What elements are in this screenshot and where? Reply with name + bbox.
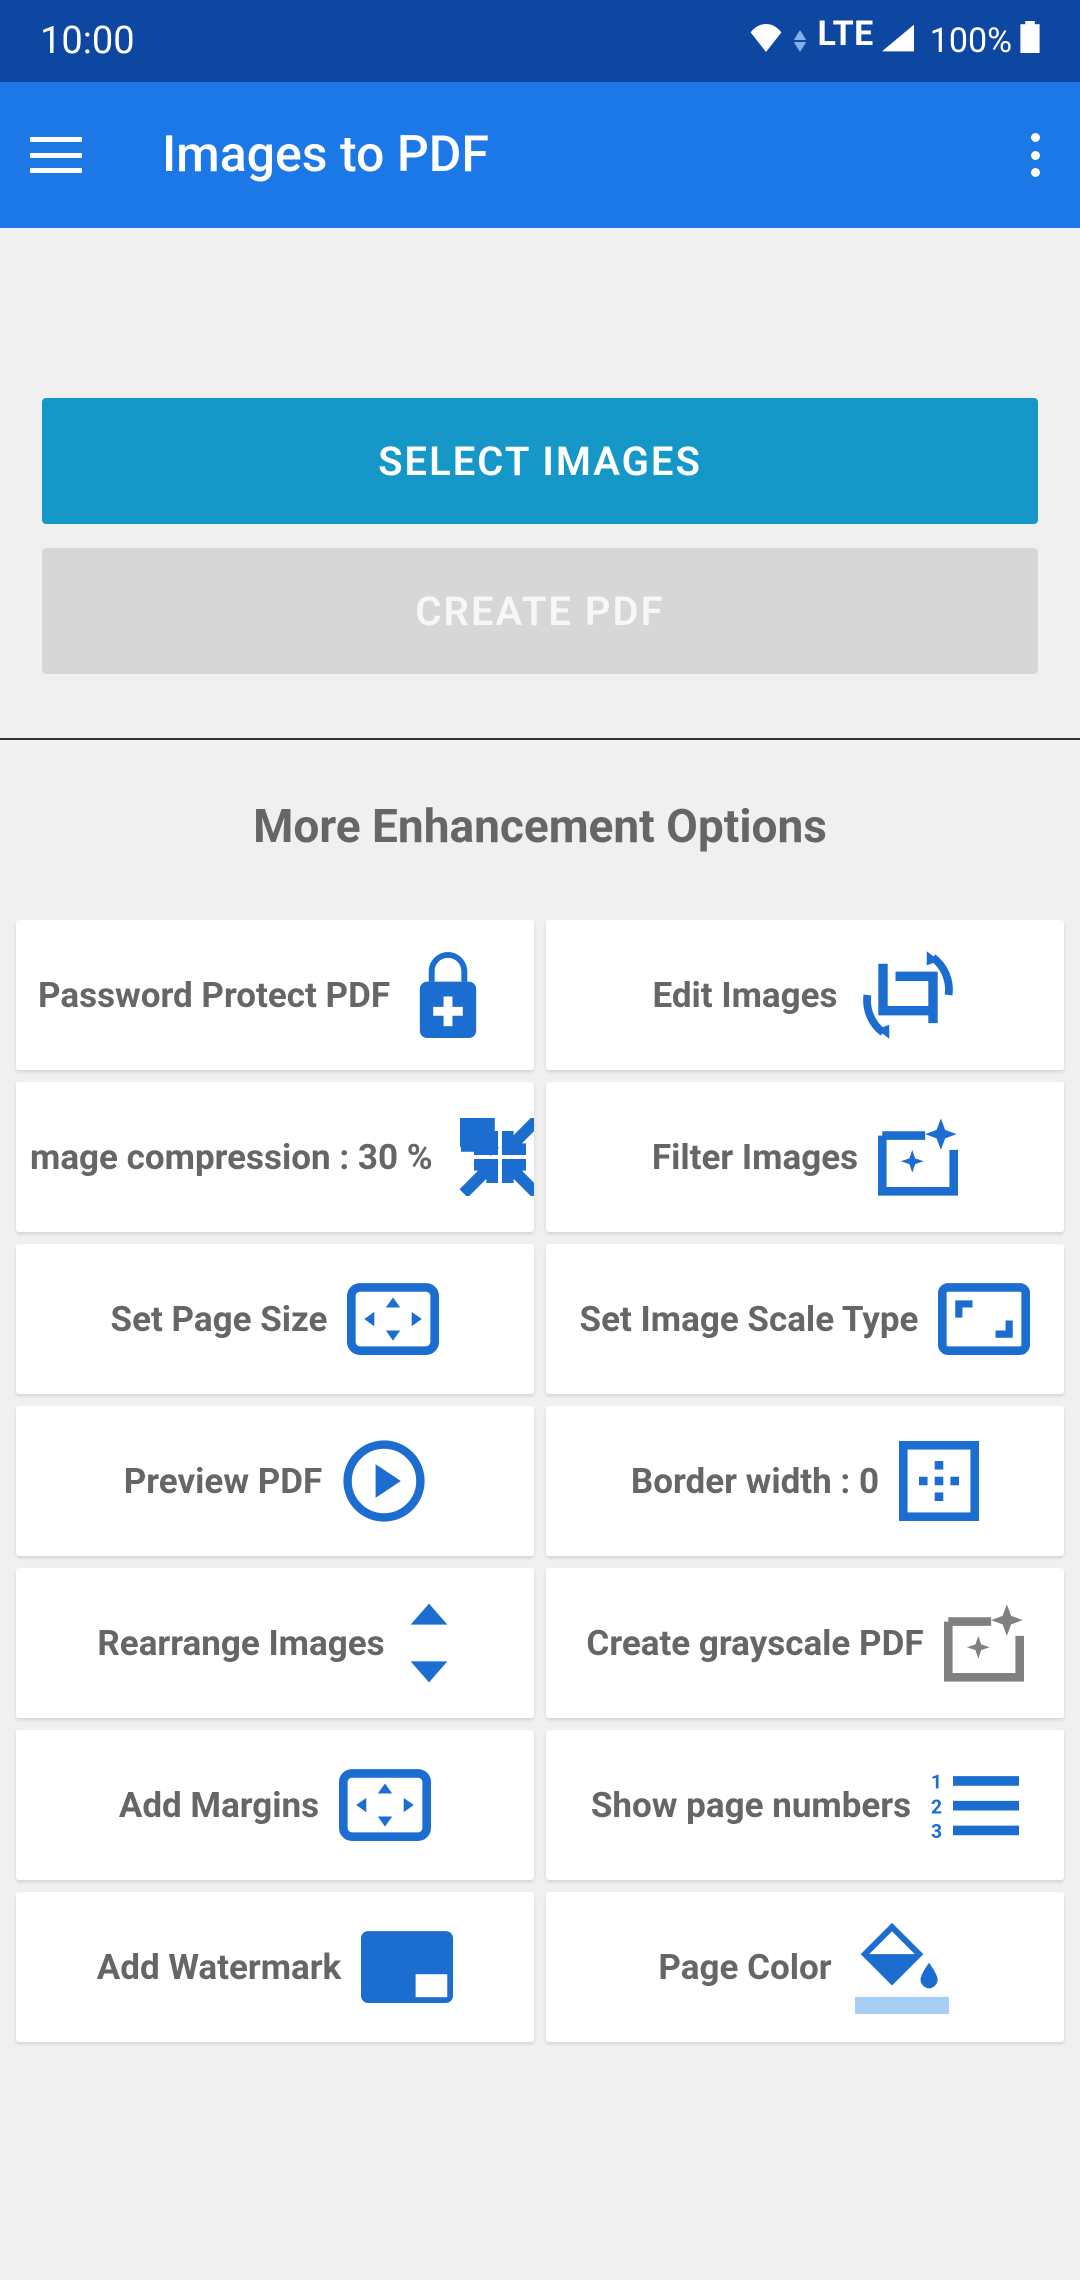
top-section: SELECT IMAGES CREATE PDF: [0, 228, 1080, 738]
create-pdf-label: CREATE PDF: [415, 588, 664, 635]
option-page-numbers[interactable]: Show page numbers 1 2 3: [546, 1730, 1064, 1880]
crop-rotate-icon: [858, 947, 958, 1043]
lte-label: LTE: [817, 14, 873, 54]
compress-icon: [460, 1118, 534, 1196]
divider: [0, 738, 1080, 740]
up-down-icon: [405, 1601, 453, 1685]
svg-text:1: 1: [931, 1772, 942, 1794]
option-label: Password Protect PDF: [38, 975, 390, 1016]
option-add-margins[interactable]: Add Margins: [16, 1730, 534, 1880]
option-set-scale-type[interactable]: Set Image Scale Type: [546, 1244, 1064, 1394]
option-add-watermark[interactable]: Add Watermark: [16, 1892, 534, 2042]
svg-text:2: 2: [931, 1795, 942, 1818]
app-title: Images to PDF: [162, 126, 1030, 184]
status-right: LTE 100%: [749, 14, 1040, 68]
create-pdf-button: CREATE PDF: [42, 548, 1038, 674]
battery-icon: [1020, 21, 1040, 62]
grayscale-icon: [944, 1604, 1024, 1682]
paint-bucket-icon: [852, 1920, 952, 2014]
option-label: Rearrange Images: [97, 1623, 384, 1664]
option-label: Set Image Scale Type: [580, 1299, 919, 1340]
signal-icon: [882, 21, 914, 61]
option-label: Show page numbers: [591, 1785, 911, 1826]
option-filter-images[interactable]: Filter Images: [546, 1082, 1064, 1232]
svg-text:3: 3: [931, 1820, 942, 1838]
section-title: More Enhancement Options: [0, 800, 1080, 854]
page-size-icon: [347, 1283, 439, 1355]
option-edit-images[interactable]: Edit Images: [546, 920, 1064, 1070]
more-menu-icon[interactable]: [1030, 133, 1040, 177]
option-label: Create grayscale PDF: [586, 1623, 923, 1664]
option-rearrange-images[interactable]: Rearrange Images: [16, 1568, 534, 1718]
option-password-protect[interactable]: Password Protect PDF: [16, 920, 534, 1070]
status-bar: 10:00 LTE 100%: [0, 0, 1080, 82]
option-label: Add Watermark: [97, 1947, 342, 1988]
status-time: 10:00: [40, 19, 135, 63]
options-grid: Password Protect PDF Edit Images mage: [0, 920, 1080, 2042]
option-page-color[interactable]: Page Color: [546, 1892, 1064, 2042]
option-label: Add Margins: [119, 1785, 319, 1826]
option-set-page-size[interactable]: Set Page Size: [16, 1244, 534, 1394]
option-grayscale[interactable]: Create grayscale PDF: [546, 1568, 1064, 1718]
option-preview-pdf[interactable]: Preview PDF: [16, 1406, 534, 1556]
wifi-icon: [749, 21, 783, 61]
option-label: Preview PDF: [124, 1461, 323, 1502]
option-label: Page Color: [658, 1947, 831, 1988]
sparkle-frame-icon: [878, 1118, 958, 1196]
hamburger-icon[interactable]: [30, 137, 82, 173]
option-label: Border width : 0: [631, 1461, 879, 1502]
option-label: Edit Images: [652, 975, 837, 1016]
option-compression[interactable]: mage compression : 30 %: [16, 1082, 534, 1232]
select-images-button[interactable]: SELECT IMAGES: [42, 398, 1038, 524]
play-circle-icon: [342, 1439, 426, 1523]
aspect-ratio-icon: [938, 1283, 1030, 1355]
option-label: mage compression : 30 %: [30, 1137, 433, 1178]
numbered-list-icon: 1 2 3: [931, 1772, 1019, 1838]
battery-text: 100%: [930, 21, 1012, 61]
lock-plus-icon: [410, 952, 486, 1038]
app-bar: Images to PDF: [0, 82, 1080, 228]
option-label: Filter Images: [652, 1137, 858, 1178]
option-label: Set Page Size: [111, 1299, 328, 1340]
data-updown-icon: [793, 30, 807, 52]
option-border-width[interactable]: Border width : 0: [546, 1406, 1064, 1556]
watermark-icon: [361, 1931, 453, 2003]
border-icon: [899, 1441, 979, 1521]
margins-icon: [339, 1769, 431, 1841]
select-images-label: SELECT IMAGES: [378, 438, 702, 485]
